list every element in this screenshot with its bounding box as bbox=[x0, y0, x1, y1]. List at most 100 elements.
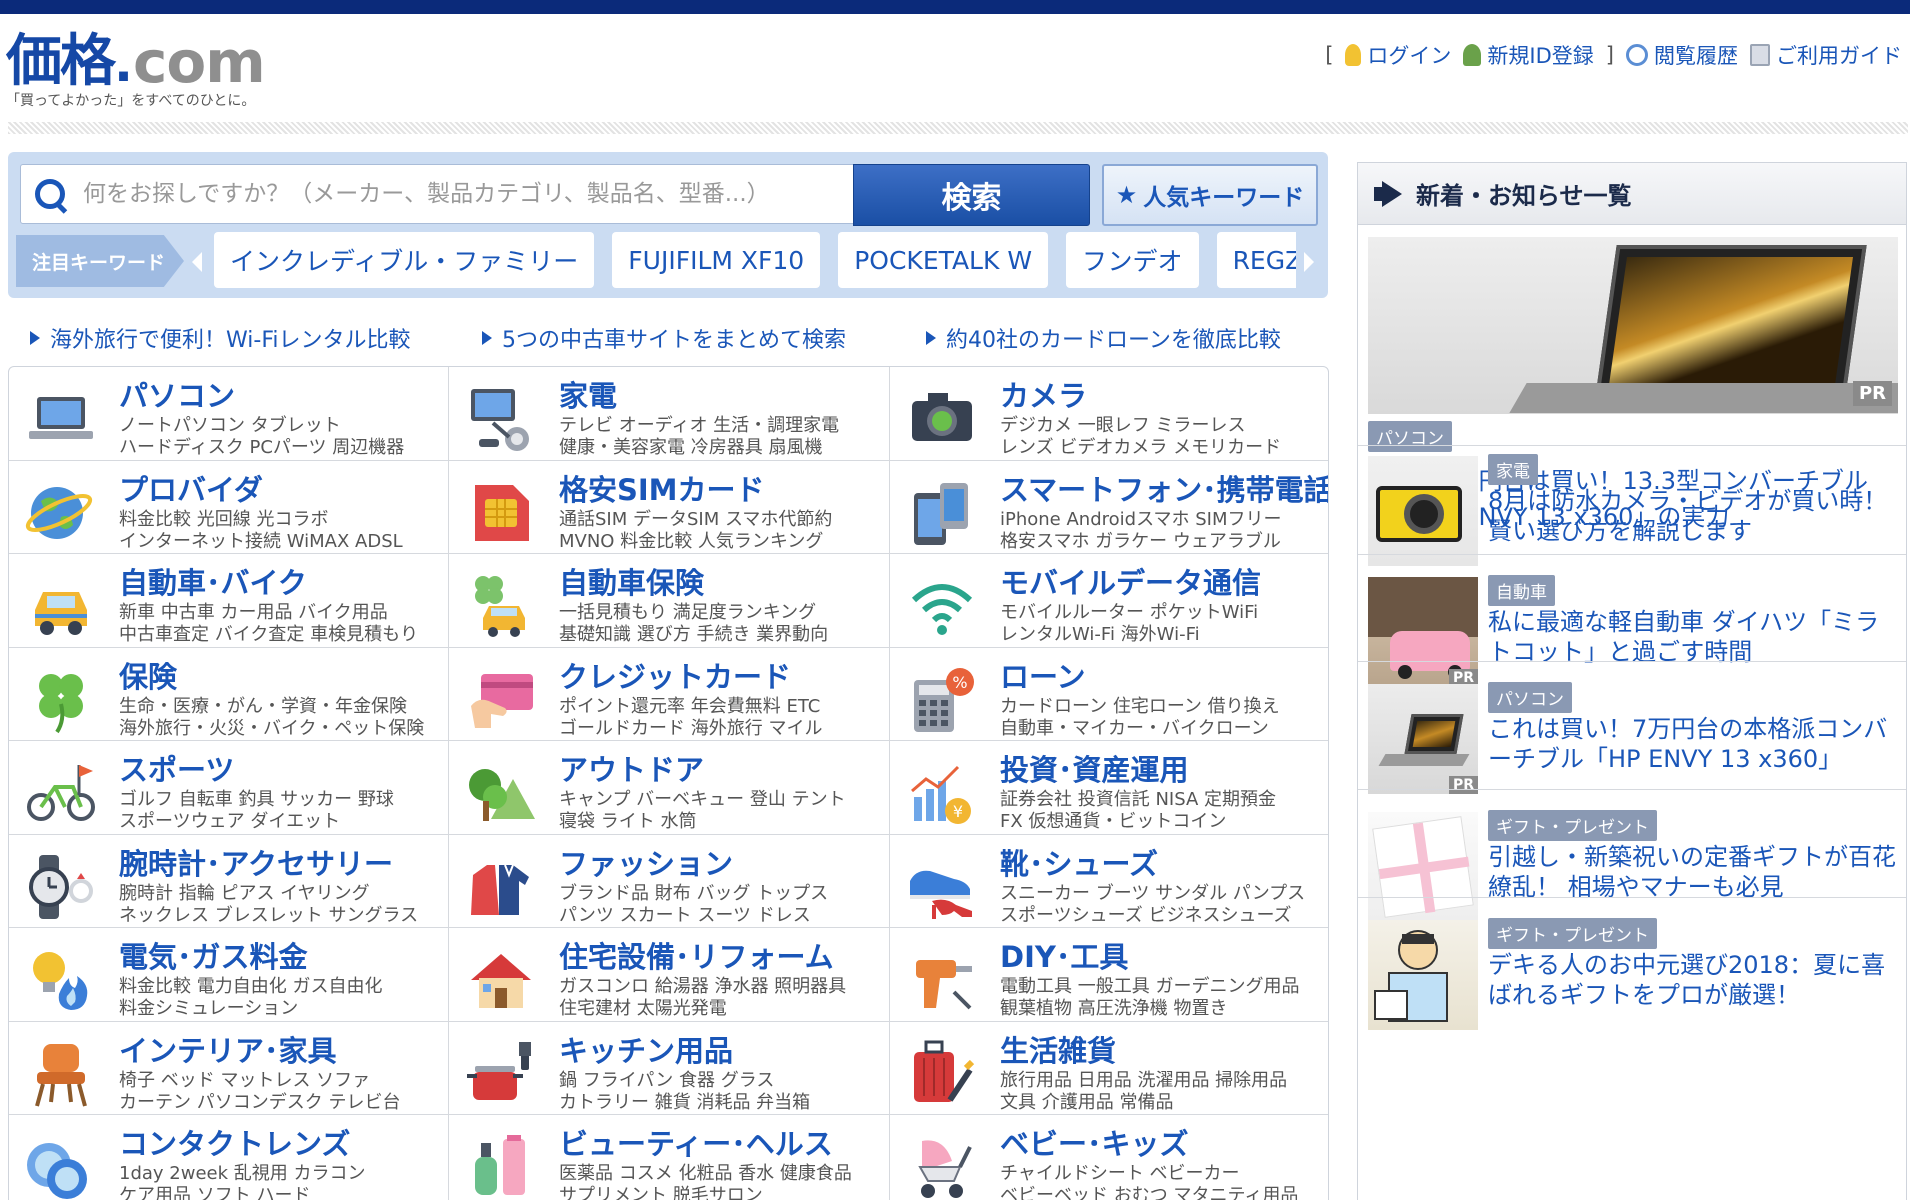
category-title[interactable]: カメラ bbox=[1000, 373, 1087, 415]
category-cell[interactable]: 腕時計･アクセサリー 腕時計 指輪 ピアス イヤリング ネックレス ブレスレット サ… bbox=[9, 834, 449, 928]
login-link[interactable]: ログイン bbox=[1345, 40, 1451, 70]
category-subtags[interactable]: 海外旅行・火災・バイク・ペット保険 bbox=[119, 714, 424, 740]
category-cell[interactable]: ベビー･キッズ チャイルドシート ベビーカー ベビーベッド おむつ マタニティ用品 bbox=[890, 1115, 1328, 1200]
category-subtags[interactable]: FX 仮想通貨・ビットコイン bbox=[1000, 807, 1226, 833]
category-cell[interactable]: コンタクトレンズ 1day 2week 乱視用 カラコン ケア用品 ソフト ハード bbox=[9, 1115, 449, 1200]
category-title[interactable]: インテリア･家具 bbox=[119, 1028, 337, 1070]
keyword-chip[interactable]: FUJIFILM XF10 bbox=[612, 232, 821, 288]
category-subtags[interactable]: 観葉植物 高圧洗浄機 物置き bbox=[1000, 994, 1227, 1020]
keyword-chip[interactable]: POCKETALK W bbox=[838, 232, 1049, 288]
category-cell[interactable]: スポーツ ゴルフ 自転車 釣具 サッカー 野球 スポーツウェア ダイエット bbox=[9, 741, 449, 835]
category-cell[interactable]: ビューティー･ヘルス 医薬品 コスメ 化粧品 香水 健康食品 サプリメント 脱毛サロ… bbox=[449, 1115, 890, 1200]
category-cell[interactable]: ¥ 投資･資産運用 証券会社 投資信託 NISA 定期預金 FX 仮想通貨・ビットコイ… bbox=[890, 741, 1328, 835]
history-link[interactable]: 閲覧履歴 bbox=[1626, 40, 1738, 70]
category-subtags[interactable]: ゴールドカード 海外旅行 マイル bbox=[559, 714, 822, 740]
category-subtags[interactable]: 文具 介護用品 常備品 bbox=[1000, 1088, 1173, 1114]
news-item[interactable]: PR 自動車 私に最適な軽自動車 ダイハツ「ミラ トコット」と過ごす時間 bbox=[1358, 554, 1906, 687]
category-cell[interactable]: 靴･シューズ スニーカー ブーツ サンダル パンプス スポーツシューズ ビジネスシュ… bbox=[890, 835, 1328, 928]
keyword-chip[interactable]: インクレディブル・ファミリー bbox=[214, 232, 595, 288]
category-subtags[interactable]: 寝袋 ライト 水筒 bbox=[559, 807, 696, 833]
news-hero-image[interactable]: PR bbox=[1368, 237, 1898, 414]
category-subtags[interactable]: ネックレス ブレスレット サングラス bbox=[119, 901, 418, 927]
news-link[interactable]: 8月は防水カメラ・ビデオが買い時！ 賢い選び方を解説します bbox=[1488, 486, 1898, 546]
category-subtags[interactable]: パンツ スカート スーツ ドレス bbox=[559, 901, 811, 927]
category-title[interactable]: 投資･資産運用 bbox=[1000, 747, 1189, 789]
category-title[interactable]: 家電 bbox=[559, 373, 617, 415]
news-link[interactable]: これは買い！7万円台の本格派コンバーチブル「HP ENVY 13 x360」 bbox=[1488, 714, 1898, 774]
category-title[interactable]: アウトドア bbox=[559, 747, 704, 789]
chevron-left-icon[interactable] bbox=[192, 252, 202, 272]
news-thumbnail[interactable] bbox=[1368, 456, 1478, 566]
category-subtags[interactable]: MVNO 料金比較 人気ランキング bbox=[559, 527, 823, 553]
guide-link[interactable]: ご利用ガイド bbox=[1750, 40, 1902, 70]
category-title[interactable]: ファッション bbox=[559, 841, 733, 883]
category-subtags[interactable]: スポーツウェア ダイエット bbox=[119, 807, 340, 833]
news-item[interactable]: PR パソコン これは買い！7万円台の本格派コンバーチブル「HP ENVY 13 x… bbox=[1358, 661, 1906, 794]
register-link[interactable]: 新規ID登録 bbox=[1463, 40, 1594, 70]
news-thumbnail[interactable] bbox=[1368, 920, 1478, 1030]
category-title[interactable]: 腕時計･アクセサリー bbox=[119, 841, 393, 883]
news-link[interactable]: 引越し・新築祝いの定番ギフトが百花繚乱！ 相場やマナーも必見 bbox=[1488, 842, 1898, 902]
search-button[interactable]: 検索 bbox=[853, 164, 1090, 226]
category-subtags[interactable]: ベビーベッド おむつ マタニティ用品 bbox=[1000, 1181, 1298, 1200]
site-logo[interactable]: 価格 . com bbox=[6, 26, 266, 91]
category-title[interactable]: クレジットカード bbox=[559, 654, 791, 696]
category-title[interactable]: DIY･工具 bbox=[1000, 934, 1128, 976]
category-title[interactable]: 自動車･バイク bbox=[119, 560, 307, 602]
promo-link-wifi[interactable]: 海外旅行で便利！Wi-Fiレンタル比較 bbox=[30, 322, 411, 354]
search-input[interactable] bbox=[83, 181, 843, 207]
category-cell[interactable]: 保険 生命・医療・がん・学資・年金保険 海外旅行・火災・バイク・ペット保険 bbox=[9, 647, 449, 741]
category-title[interactable]: ローン bbox=[1000, 654, 1086, 696]
category-title[interactable]: モバイルデータ通信 bbox=[1000, 560, 1261, 602]
category-subtags[interactable]: 住宅建材 太陽光発電 bbox=[559, 994, 727, 1020]
category-title[interactable]: スポーツ bbox=[119, 747, 234, 789]
news-thumbnail[interactable]: PR bbox=[1368, 684, 1478, 794]
category-cell[interactable]: 生活雑貨 旅行用品 日用品 洗濯用品 掃除用品 文具 介護用品 常備品 bbox=[890, 1022, 1328, 1115]
category-title[interactable]: ベビー･キッズ bbox=[1000, 1121, 1189, 1163]
category-title[interactable]: 生活雑貨 bbox=[1000, 1028, 1116, 1070]
category-cell[interactable]: パソコン ノートパソコン タブレット ハードディスク PCパーツ 周辺機器 bbox=[9, 367, 449, 461]
category-subtags[interactable]: カトラリー 雑貨 消耗品 弁当箱 bbox=[559, 1088, 810, 1114]
category-subtags[interactable]: 基礎知識 選び方 手続き 業界動向 bbox=[559, 620, 828, 646]
category-title[interactable]: 電気･ガス料金 bbox=[119, 934, 308, 976]
category-subtags[interactable]: 中古車査定 バイク査定 車検見積もり bbox=[119, 620, 418, 646]
category-cell[interactable]: 格安SIMカード 通話SIM データSIM スマホ代節約 MVNO 料金比較 人気ラ… bbox=[449, 460, 890, 554]
category-title[interactable]: プロバイダ bbox=[119, 467, 263, 509]
category-title[interactable]: スマートフォン･携帯電話 bbox=[1000, 467, 1328, 509]
category-title[interactable]: ビューティー･ヘルス bbox=[559, 1121, 833, 1163]
chevron-right-icon[interactable] bbox=[1304, 252, 1314, 272]
news-tag[interactable]: パソコン bbox=[1488, 682, 1572, 713]
category-title[interactable]: 格安SIMカード bbox=[559, 467, 765, 509]
news-link[interactable]: デキる人のお中元選び2018：夏に喜ばれるギフトをプロが厳選！ bbox=[1488, 950, 1898, 1010]
news-tag[interactable]: ギフト・プレゼント bbox=[1488, 918, 1657, 949]
category-subtags[interactable]: サプリメント 脱毛サロン bbox=[559, 1181, 763, 1200]
category-cell[interactable]: キッチン用品鍋 フライパン 食器 グラス カトラリー 雑貨 消耗品 弁当箱 bbox=[449, 1021, 890, 1115]
category-title[interactable]: 靴･シューズ bbox=[1000, 841, 1158, 883]
news-header[interactable]: 新着・お知らせ一覧 bbox=[1358, 163, 1906, 225]
category-cell[interactable]: % ローン カードローン 住宅ローン 借り換え 自動車・マイカー・バイクローン bbox=[890, 648, 1328, 741]
keyword-chip[interactable]: REGZA bbox=[1216, 232, 1296, 288]
keyword-chip[interactable]: フンデオ bbox=[1066, 232, 1199, 288]
category-cell[interactable]: インテリア･家具 椅子 ベッド マットレス ソファ カーテン パソコンデスク テレビ… bbox=[9, 1021, 449, 1115]
news-tag[interactable]: 自動車 bbox=[1488, 575, 1555, 606]
category-subtags[interactable]: 料金シミュレーション bbox=[119, 994, 298, 1020]
category-cell[interactable]: 住宅設備･リフォーム ガスコンロ 給湯器 浄水器 照明器具 住宅建材 太陽光発電 bbox=[449, 928, 890, 1022]
category-subtags[interactable]: ハードディスク PCパーツ 周辺機器 bbox=[119, 433, 404, 459]
news-tag[interactable]: 家電 bbox=[1488, 454, 1538, 485]
news-item[interactable]: 家電 8月は防水カメラ・ビデオが買い時！ 賢い選び方を解説します bbox=[1358, 445, 1906, 566]
category-subtags[interactable]: カーテン パソコンデスク テレビ台 bbox=[119, 1088, 400, 1114]
news-item[interactable]: ギフト・プレゼント 引越し・新築祝いの定番ギフトが百花繚乱！ 相場やマナーも必見 bbox=[1358, 789, 1906, 922]
popular-keywords-button[interactable]: ★ 人気キーワード bbox=[1102, 164, 1318, 226]
category-subtags[interactable]: 健康・美容家電 冷房器具 扇風機 bbox=[559, 433, 822, 459]
category-cell[interactable]: 電気･ガス料金 料金比較 電力自由化 ガス自由化 料金シミュレーション bbox=[9, 928, 449, 1022]
category-subtags[interactable]: 格安スマホ ガラケー ウェアラブル bbox=[1000, 527, 1281, 553]
category-cell[interactable]: カメラ デジカメ 一眼レフ ミラーレス レンズ ビデオカメラ メモリカード bbox=[890, 367, 1328, 461]
category-cell[interactable]: スマートフォン･携帯電話 iPhone Androidスマホ SIMフリー 格安スマ… bbox=[890, 461, 1328, 554]
category-title[interactable]: 保険 bbox=[119, 654, 177, 696]
news-tag[interactable]: ギフト・プレゼント bbox=[1488, 810, 1657, 841]
category-title[interactable]: コンタクトレンズ bbox=[119, 1121, 350, 1163]
category-subtags[interactable]: レンタルWi-Fi 海外Wi-Fi bbox=[1000, 620, 1200, 646]
news-link[interactable]: 私に最適な軽自動車 ダイハツ「ミラ トコット」と過ごす時間 bbox=[1488, 607, 1898, 667]
category-cell[interactable]: 家電 テレビ オーディオ 生活・調理家電 健康・美容家電 冷房器具 扇風機 bbox=[449, 367, 890, 461]
category-subtags[interactable]: インターネット接続 WiMAX ADSL bbox=[119, 527, 403, 553]
